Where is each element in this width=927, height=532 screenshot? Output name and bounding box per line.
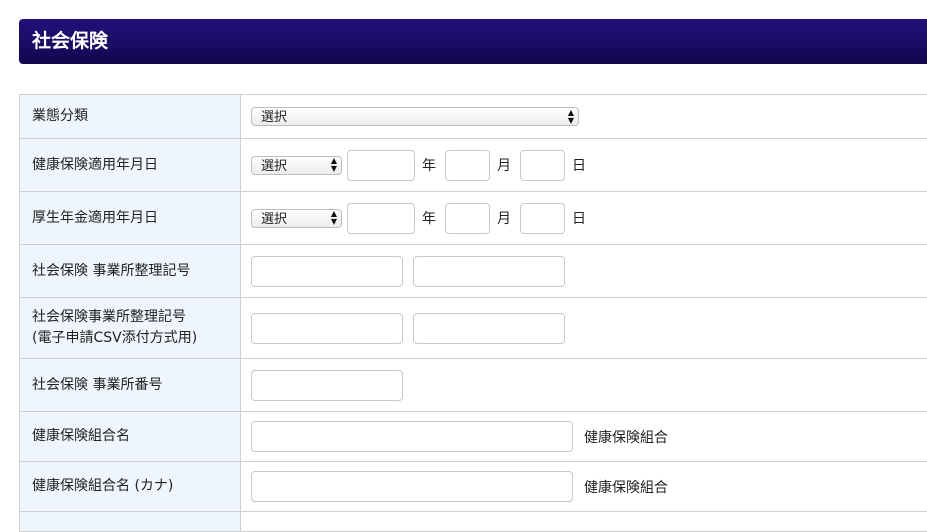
- form-row-partial: [20, 512, 927, 532]
- day-unit-label: 日: [572, 155, 586, 175]
- form-row-health-union-name: 健康保険組合名 健康保険組合: [20, 412, 927, 462]
- business-category-select[interactable]: 選択 ▲▼: [251, 107, 579, 126]
- field-suffix: 健康保険組合: [584, 427, 668, 447]
- field-label: 健康保険適用年月日: [20, 139, 241, 192]
- year-unit-label: 年: [422, 208, 436, 228]
- month-unit-label: 月: [497, 208, 511, 228]
- social-insurance-form: 業態分類 選択 ▲▼ 健康保険適用年月日 選択 ▲▼ 年 月: [19, 94, 927, 532]
- health-union-name-kana-input[interactable]: [251, 471, 573, 502]
- health-insurance-era-select[interactable]: 選択 ▲▼: [251, 156, 342, 175]
- form-row-business-category: 業態分類 選択 ▲▼: [20, 95, 927, 139]
- field-label: 業態分類: [20, 95, 241, 139]
- field-label: 健康保険組合名 (カナ): [20, 462, 241, 512]
- health-insurance-month-input[interactable]: [445, 150, 490, 181]
- field-label: [20, 512, 241, 532]
- health-union-name-input[interactable]: [251, 421, 573, 452]
- select-arrows-icon: ▲▼: [331, 157, 337, 174]
- office-reference-code-csv-input-2[interactable]: [413, 313, 565, 344]
- office-number-input[interactable]: [251, 370, 403, 401]
- welfare-pension-day-input[interactable]: [520, 203, 565, 234]
- form-row-office-reference-code-csv: 社会保険事業所整理記号 (電子申請CSV添付方式用): [20, 298, 927, 359]
- form-row-welfare-pension-date: 厚生年金適用年月日 選択 ▲▼ 年 月 日: [20, 192, 927, 245]
- select-arrows-icon: ▲▼: [568, 108, 574, 125]
- month-unit-label: 月: [497, 155, 511, 175]
- form-row-office-number: 社会保険 事業所番号: [20, 359, 927, 412]
- form-row-health-union-name-kana: 健康保険組合名 (カナ) 健康保険組合: [20, 462, 927, 512]
- field-label: 厚生年金適用年月日: [20, 192, 241, 245]
- section-title: 社会保険: [19, 19, 927, 64]
- field-suffix: 健康保険組合: [584, 477, 668, 497]
- welfare-pension-year-input[interactable]: [347, 203, 415, 234]
- day-unit-label: 日: [572, 208, 586, 228]
- field-label: 社会保険 事業所番号: [20, 359, 241, 412]
- office-reference-code-input-2[interactable]: [413, 256, 565, 287]
- office-reference-code-input-1[interactable]: [251, 256, 403, 287]
- field-label: 社会保険事業所整理記号 (電子申請CSV添付方式用): [20, 298, 241, 359]
- welfare-pension-era-select[interactable]: 選択 ▲▼: [251, 209, 342, 228]
- welfare-pension-month-input[interactable]: [445, 203, 490, 234]
- select-arrows-icon: ▲▼: [331, 210, 337, 227]
- office-reference-code-csv-input-1[interactable]: [251, 313, 403, 344]
- field-label: 社会保険 事業所整理記号: [20, 245, 241, 298]
- health-insurance-year-input[interactable]: [347, 150, 415, 181]
- form-row-office-reference-code: 社会保険 事業所整理記号: [20, 245, 927, 298]
- health-insurance-day-input[interactable]: [520, 150, 565, 181]
- form-row-health-insurance-date: 健康保険適用年月日 選択 ▲▼ 年 月 日: [20, 139, 927, 192]
- year-unit-label: 年: [422, 155, 436, 175]
- field-label: 健康保険組合名: [20, 412, 241, 462]
